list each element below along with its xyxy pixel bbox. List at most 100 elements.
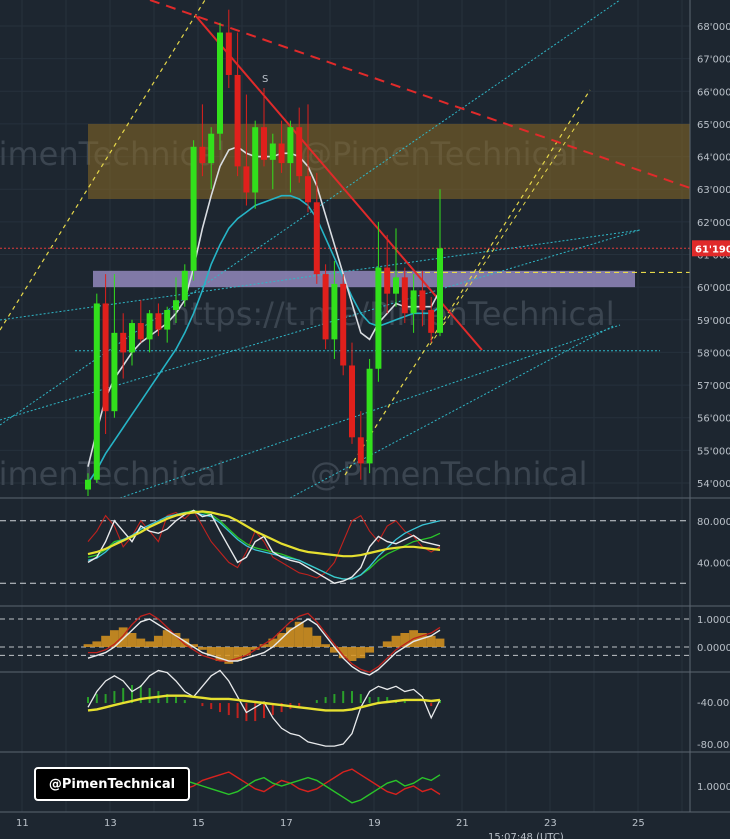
chart-canvas[interactable]: PimenTechnical @PimenTechnical https://t.m… xyxy=(0,0,730,839)
osc2-hist-bar xyxy=(136,638,146,647)
author-badge: @PimenTechnical xyxy=(34,767,190,801)
candle-body xyxy=(322,274,329,340)
candle-body xyxy=(234,74,241,167)
osc3-hist-bar xyxy=(298,703,301,707)
osc2-hist-bar xyxy=(118,627,128,647)
osc3-hist-bar xyxy=(430,703,433,707)
osc3-hist-bar xyxy=(183,700,186,704)
osc3-hist-bar xyxy=(104,694,107,704)
watermark-left-bottom: PimenTechnical xyxy=(0,455,226,493)
osc2-hist-bar xyxy=(382,641,392,647)
candle-body xyxy=(278,143,285,164)
osc1-cyan-line xyxy=(87,511,441,580)
candle-body xyxy=(225,32,232,75)
osc2-hist-bar xyxy=(92,641,102,647)
candle-body xyxy=(190,146,197,271)
date-tick-label: 21 xyxy=(456,818,469,829)
candle-body xyxy=(340,283,347,366)
osc3-hist-bar xyxy=(359,694,362,704)
candle-body xyxy=(357,437,364,464)
price-tick-label: 65'000 xyxy=(697,120,730,131)
osc3-hist-bar xyxy=(148,688,151,704)
date-tick-label: 19 xyxy=(368,818,381,829)
candle-body xyxy=(129,323,135,353)
osc3-hist-bar xyxy=(263,703,265,719)
osc3-hist-bar xyxy=(87,697,89,704)
osc2-hist-bar xyxy=(101,635,110,647)
osc3-hist-bar xyxy=(210,703,213,710)
osc3-hist-bar xyxy=(113,691,116,704)
osc3-hist-bar xyxy=(324,697,327,704)
osc3-hist-bar xyxy=(175,697,177,704)
candle-body xyxy=(252,127,259,193)
osc2-hist-bar xyxy=(338,647,348,659)
candle-body xyxy=(137,323,144,340)
candle-body xyxy=(269,143,276,160)
osc3-hist-bar xyxy=(139,685,142,704)
candle-body xyxy=(375,267,382,369)
osc1-tick-label: 40.000 xyxy=(697,558,730,569)
date-axis-footer: 15:07:48 (UTC) xyxy=(488,832,564,839)
candle-body xyxy=(401,277,408,314)
osc3-hist-bar xyxy=(333,694,336,704)
osc3-hist-bar xyxy=(315,700,318,704)
candle-body xyxy=(93,303,100,480)
date-tick-label: 23 xyxy=(544,818,557,829)
osc2-hist-bar xyxy=(356,647,366,659)
osc3-hist-bar xyxy=(122,688,125,704)
candle-body xyxy=(102,303,109,412)
osc2-hist-bar xyxy=(127,633,137,647)
candle-body xyxy=(173,300,179,310)
osc3-tick-label: -40.000 xyxy=(697,698,730,709)
date-tick-label: 17 xyxy=(280,818,293,829)
osc2-hist-bar xyxy=(294,621,304,647)
osc3-tick-label: -80.000 xyxy=(697,740,730,751)
date-tick-label: 15 xyxy=(192,818,205,829)
candle-body xyxy=(155,313,162,330)
candle-body xyxy=(164,309,171,330)
osc3-hist-bar xyxy=(227,703,230,716)
osc2-hist-bar xyxy=(347,647,357,661)
osc3-hist-bar xyxy=(351,691,353,704)
candle-body xyxy=(428,309,435,333)
candle-body xyxy=(217,32,223,134)
osc3-hist-bar xyxy=(236,703,239,719)
osc2-hist-bar xyxy=(435,638,445,647)
annotation-s: S xyxy=(262,74,268,85)
candle-body xyxy=(437,248,443,333)
watermark-center-bottom: @PimenTechnical xyxy=(310,455,588,493)
candle-body xyxy=(85,479,91,490)
price-tick-label: 64'000 xyxy=(697,153,730,164)
candle-body xyxy=(243,166,250,193)
zone-support xyxy=(93,270,635,288)
osc4-tick-label: 1.0000 xyxy=(697,782,730,793)
candle-body xyxy=(384,267,391,294)
price-tick-label: 63'000 xyxy=(697,185,730,196)
candle-body xyxy=(410,290,417,314)
osc2-hist-bar xyxy=(312,635,322,647)
osc2-hist-bar xyxy=(198,647,207,650)
candle-body xyxy=(146,313,153,340)
osc2-hist-bar xyxy=(365,647,374,653)
candle-body xyxy=(261,127,267,160)
osc2-hist-bar xyxy=(154,635,163,647)
osc2-hist-bar xyxy=(83,644,93,647)
date-tick-label: 11 xyxy=(16,818,29,829)
candle-body xyxy=(331,283,338,340)
price-tick-label: 67'000 xyxy=(697,55,730,66)
price-tick-label: 62'000 xyxy=(697,218,730,229)
zone-supply xyxy=(88,123,690,200)
price-tick-label: 68'000 xyxy=(697,22,730,33)
osc2-hist-bar xyxy=(321,644,330,647)
chart-svg: PimenTechnical @PimenTechnical https://t.m… xyxy=(0,0,730,839)
osc2-tick-label: 0.0000 xyxy=(697,643,730,654)
osc3-hist-bar xyxy=(254,703,257,722)
candle-body xyxy=(296,127,303,177)
candle-body xyxy=(349,365,355,438)
candle-body xyxy=(287,127,294,164)
watermark-center-mid: https://t.me/PimenTechnical xyxy=(170,295,615,333)
osc3-hist-bar xyxy=(342,691,345,704)
price-tick-label: 54'000 xyxy=(697,479,730,490)
osc3-hist-bar xyxy=(219,703,221,713)
candle-body xyxy=(305,176,311,203)
